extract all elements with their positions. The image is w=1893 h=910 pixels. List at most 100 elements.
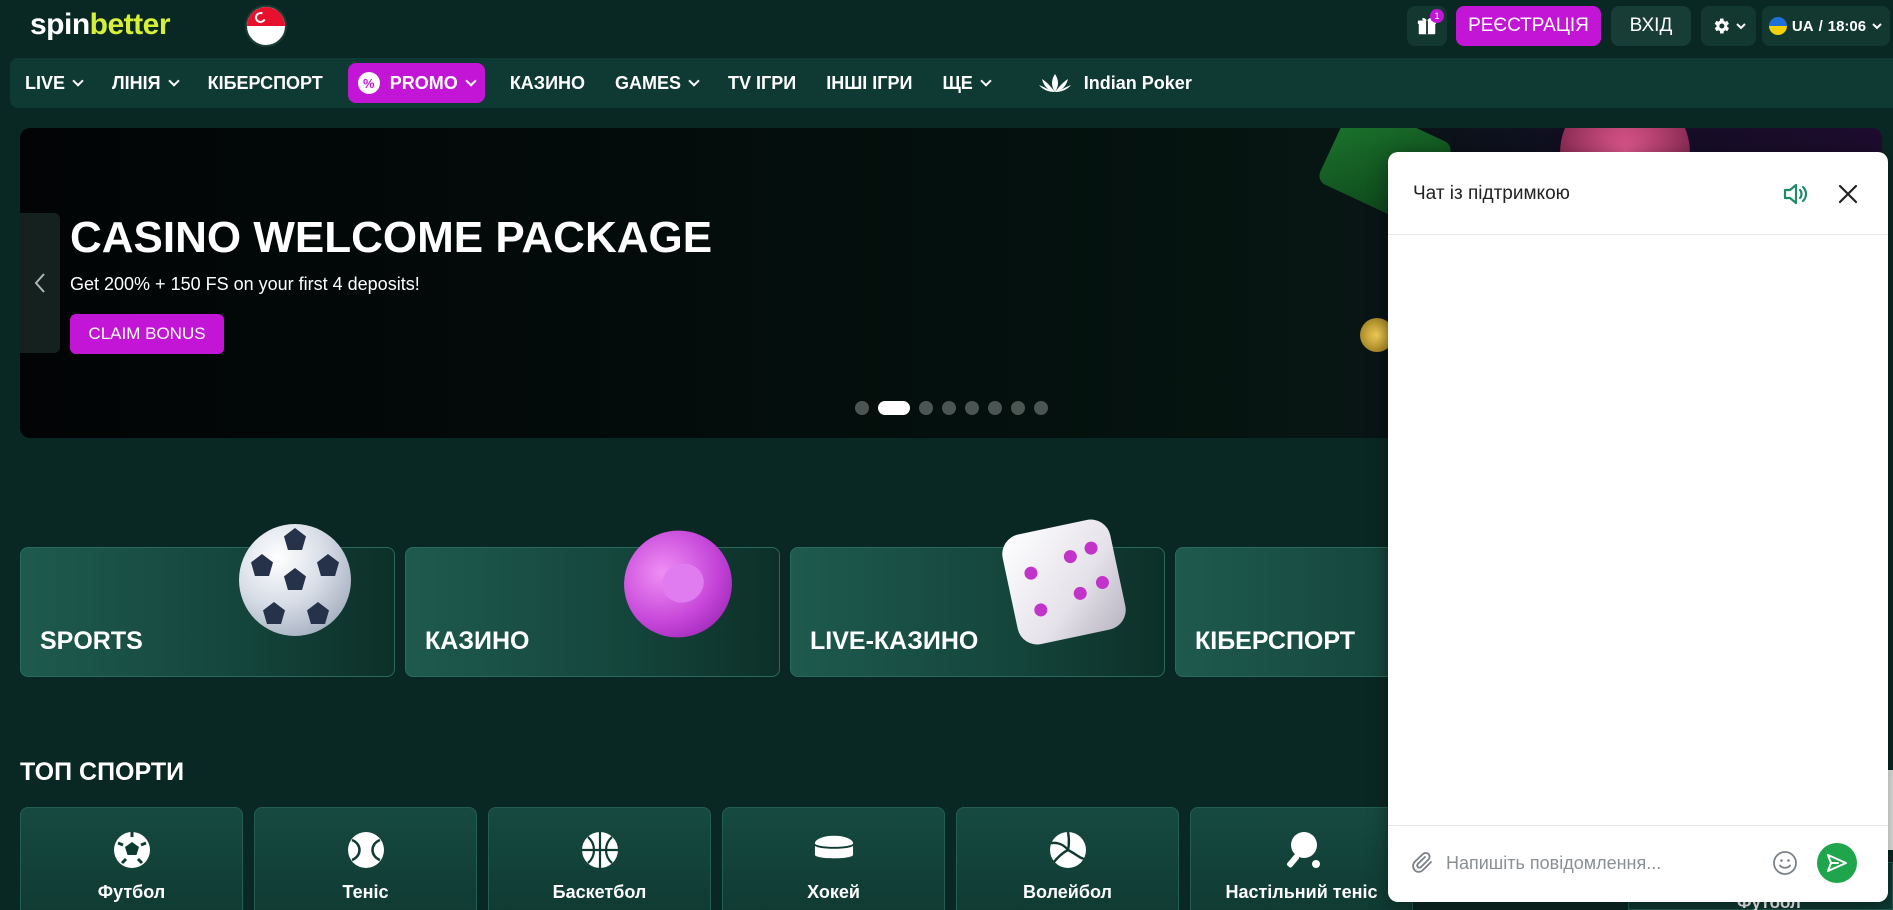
- sport-card-tennis[interactable]: Теніс: [254, 807, 477, 910]
- nav-item-indian-poker[interactable]: Indian Poker: [1023, 63, 1207, 103]
- attach-button[interactable]: [1408, 848, 1438, 878]
- emoji-button[interactable]: [1770, 848, 1800, 878]
- nav-item-label: ІНШІ ІГРИ: [826, 72, 913, 93]
- chevron-down-icon: [980, 75, 992, 87]
- sport-card-hockey[interactable]: Хокей: [722, 807, 945, 910]
- close-icon: [1838, 184, 1858, 204]
- sport-card-basketball[interactable]: Баскетбол: [488, 807, 711, 910]
- nav-item-promo[interactable]: % PROMO: [347, 63, 485, 103]
- nav-item-label: ЩЕ: [942, 72, 973, 93]
- settings-button[interactable]: [1701, 6, 1756, 46]
- category-card-sports[interactable]: SPORTS: [20, 524, 395, 677]
- chevron-down-icon: [167, 75, 180, 87]
- send-icon: [1827, 854, 1847, 872]
- gear-icon: [1714, 18, 1729, 34]
- nav-item-esports[interactable]: КІБЕРСПОРТ: [193, 63, 338, 103]
- sport-label: Хокей: [807, 882, 860, 902]
- sport-card-table-tennis[interactable]: Настільний теніс: [1190, 807, 1413, 910]
- sport-label: Волейбол: [1023, 882, 1112, 902]
- support-chat-window: Чат із підтримкою: [1388, 152, 1888, 902]
- soccer-ball-icon: [239, 524, 351, 636]
- sound-toggle-button[interactable]: [1780, 178, 1812, 210]
- smiley-icon: [1773, 851, 1797, 875]
- category-card-label: КІБЕРСПОРТ: [1195, 627, 1355, 655]
- tennis-icon: [346, 830, 386, 870]
- chevron-down-icon: [1872, 23, 1882, 30]
- dice-icon: [998, 515, 1130, 649]
- language-time-selector[interactable]: UA / 18:06: [1762, 6, 1890, 46]
- banner-subtitle: Get 200% + 150 FS on your first 4 deposi…: [70, 274, 420, 294]
- chat-title: Чат із підтримкою: [1413, 183, 1570, 204]
- sport-label: Баскетбол: [552, 882, 647, 902]
- carousel-dot-active[interactable]: [878, 401, 910, 415]
- carousel-dot[interactable]: [1011, 401, 1025, 415]
- table-tennis-icon: [1282, 830, 1322, 870]
- nav-item-label: PROMO: [389, 72, 458, 93]
- percent-icon: %: [357, 72, 380, 94]
- nav-item-casino[interactable]: КАЗИНО: [495, 63, 600, 103]
- nav-item-live[interactable]: LIVE: [10, 63, 97, 103]
- carousel-dot[interactable]: [942, 401, 956, 415]
- ukraine-flag-icon: [1768, 17, 1787, 35]
- category-card-label: LIVE-КАЗИНО: [810, 627, 979, 655]
- chat-message-input[interactable]: [1446, 846, 1746, 880]
- nav-item-line[interactable]: ЛІНІЯ: [97, 63, 193, 103]
- category-card-live-casino[interactable]: LIVE-КАЗИНО: [790, 515, 1165, 677]
- language-code: UA: [1791, 17, 1814, 35]
- claim-bonus-button[interactable]: CLAIM BONUS: [70, 314, 224, 354]
- chevron-left-icon: [34, 273, 45, 293]
- chat-footer: [1388, 825, 1888, 902]
- site-logo[interactable]: spinbetter: [30, 8, 171, 42]
- nav-item-label: GAMES: [615, 72, 682, 93]
- carousel-dot[interactable]: [1034, 401, 1048, 415]
- gift-button[interactable]: 1: [1407, 6, 1447, 46]
- banner-prev-button[interactable]: [20, 213, 60, 353]
- chat-close-button[interactable]: [1832, 178, 1864, 210]
- banner-title: CASINO WELCOME PACKAGE: [70, 213, 713, 262]
- category-card-label: КАЗИНО: [425, 627, 530, 655]
- basketball-icon: [580, 830, 620, 870]
- current-time: 18:06: [1827, 17, 1867, 35]
- nav-item-label: КАЗИНО: [509, 72, 586, 93]
- category-card-casino[interactable]: КАЗИНО: [405, 515, 780, 677]
- category-card-label: SPORTS: [40, 627, 143, 655]
- nav-item-label: LIVE: [25, 72, 66, 93]
- paperclip-icon: [1412, 851, 1432, 873]
- top-sports-title: ТОП СПОРТИ: [20, 758, 185, 786]
- nav-item-more[interactable]: ЩЕ: [927, 63, 1004, 103]
- nav-item-label: КІБЕРСПОРТ: [207, 72, 323, 93]
- sport-label: Настільний теніс: [1225, 882, 1378, 902]
- gift-count-badge: 1: [1430, 9, 1444, 23]
- chevron-down-icon: [465, 75, 477, 87]
- login-button[interactable]: ВХІД: [1611, 6, 1691, 46]
- nav-item-other-games[interactable]: ІНШІ ІГРИ: [811, 63, 927, 103]
- nav-item-label: ЛІНІЯ: [112, 72, 161, 93]
- nav-item-games[interactable]: GAMES: [600, 63, 713, 103]
- chevron-down-icon: [72, 75, 84, 87]
- chevron-down-icon: [1735, 23, 1746, 30]
- nav-item-label: Indian Poker: [1083, 72, 1192, 93]
- carousel-dots: [855, 401, 1048, 415]
- logo-spin-text: spin: [30, 8, 90, 41]
- carousel-dot[interactable]: [988, 401, 1002, 415]
- football-icon: [112, 830, 152, 870]
- main-nav: LIVE ЛІНІЯ КІБЕРСПОРТ % PROMO КАЗИНО GAME…: [10, 58, 1893, 108]
- carousel-dot[interactable]: [919, 401, 933, 415]
- sport-label: Футбол: [97, 882, 166, 902]
- nav-item-label: TV ІГРИ: [728, 72, 797, 93]
- speaker-icon: [1783, 183, 1808, 205]
- nav-item-tv-games[interactable]: TV ІГРИ: [713, 63, 811, 103]
- carousel-dot[interactable]: [965, 401, 979, 415]
- register-button[interactable]: РЕЄСТРАЦІЯ: [1456, 6, 1601, 46]
- hockey-puck-icon: [813, 830, 854, 870]
- chat-messages-area[interactable]: [1388, 236, 1888, 824]
- volleyball-icon: [1048, 830, 1088, 870]
- top-sports-list: Футбол Теніс Баскетбол Хокей Волейбол На…: [20, 807, 1413, 910]
- sport-card-football[interactable]: Футбол: [20, 807, 243, 910]
- country-flag-icon[interactable]: [245, 5, 287, 47]
- category-cards: SPORTS КАЗИНО LIVE-КАЗИНО КІБЕРСПОРТ: [20, 515, 1550, 677]
- sport-card-volleyball[interactable]: Волейбол: [956, 807, 1179, 910]
- send-message-button[interactable]: [1817, 843, 1857, 883]
- sport-label: Теніс: [342, 882, 389, 902]
- carousel-dot[interactable]: [855, 401, 869, 415]
